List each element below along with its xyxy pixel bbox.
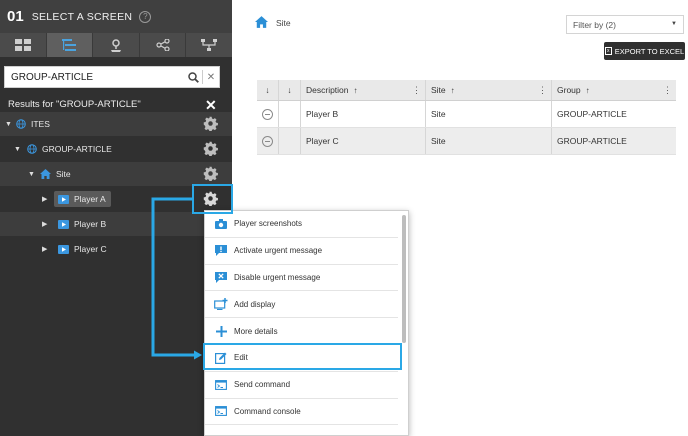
callout-arrow <box>151 197 202 360</box>
